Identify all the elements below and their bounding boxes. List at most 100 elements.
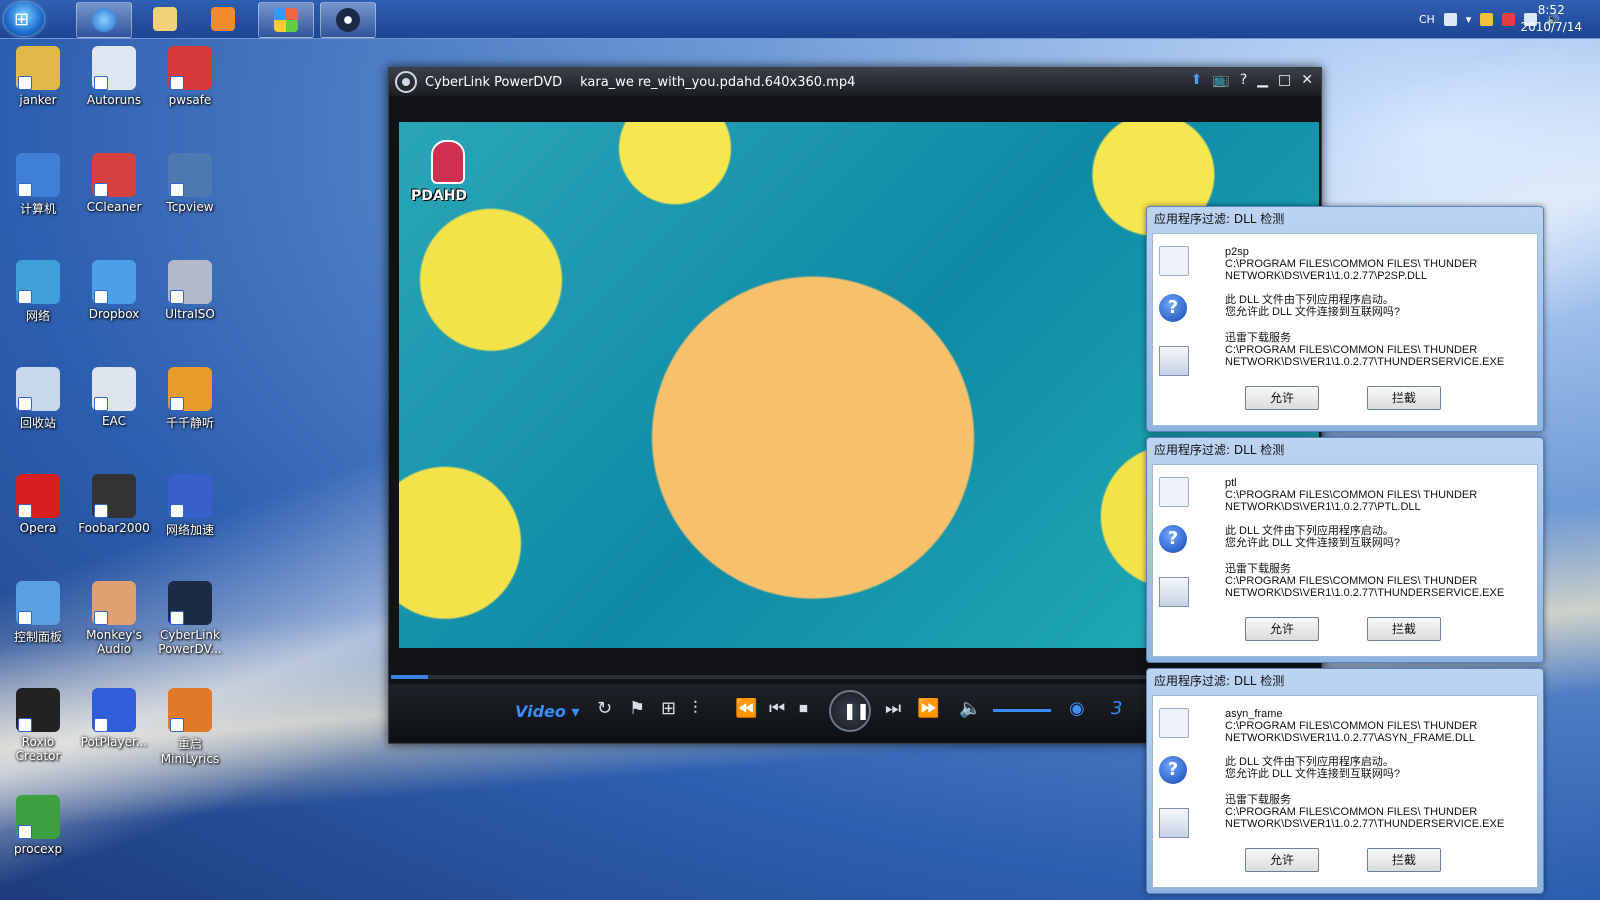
- desktop-icon[interactable]: Monkey's Audio: [78, 581, 150, 656]
- app-path-line: NETWORK\DS\VER1\1.0.2.77\THUNDERSERVICE.…: [1225, 818, 1505, 830]
- desktop-icon-label: Foobar2000: [78, 521, 150, 535]
- desktop-icon[interactable]: UltraISO: [154, 260, 226, 321]
- player-file-name: kara_we re_with_you.pdahd.640x360.mp4: [580, 74, 856, 90]
- repeat-icon[interactable]: ↻: [597, 698, 612, 719]
- tray-expand-icon[interactable]: ▾: [1466, 13, 1472, 26]
- allow-button[interactable]: 允许: [1245, 386, 1319, 410]
- desktop-icon[interactable]: 千千静听: [154, 367, 226, 431]
- taskbar-media-button[interactable]: [196, 2, 250, 36]
- desktop-icon[interactable]: 网络: [2, 260, 74, 324]
- app-path-line: NETWORK\DS\VER1\1.0.2.77\THUNDERSERVICE.…: [1225, 356, 1505, 368]
- app-name: 迅雷下载服务: [1225, 563, 1291, 575]
- desktop-icon-label: 网络加速: [165, 523, 214, 537]
- dll-file-icon: [1159, 477, 1189, 507]
- desktop-icon-label: 千千静听: [165, 416, 214, 430]
- next-icon[interactable]: ⏭: [885, 698, 901, 719]
- question-line: 此 DLL 文件由下列应用程序启动。: [1225, 756, 1394, 768]
- desktop-icon[interactable]: 重启 MiniLyrics: [154, 688, 226, 766]
- taskbar-explorer-button[interactable]: [138, 2, 192, 36]
- folder-icon: [153, 7, 177, 31]
- desktop-icon[interactable]: 网络加速: [154, 474, 226, 538]
- desktop-icon[interactable]: Roxio Creator: [2, 688, 74, 763]
- desktop-icon[interactable]: 控制面板: [2, 581, 74, 645]
- minimize-button[interactable]: ▁: [1257, 72, 1268, 88]
- close-button[interactable]: ✕: [1301, 72, 1313, 88]
- clock-date: 2010/7/14: [1520, 20, 1582, 34]
- desktop-icon[interactable]: janker: [2, 46, 74, 107]
- flag-icon[interactable]: [1502, 12, 1516, 26]
- dll-path-line: NETWORK\DS\VER1\1.0.2.77\ASYN_FRAME.DLL: [1225, 732, 1476, 744]
- windows-live-icon: [274, 8, 298, 32]
- clock[interactable]: 8:52 2010/7/14: [1520, 2, 1582, 36]
- desktop-icon-label: 控制面板: [13, 630, 62, 644]
- update-icon[interactable]: ⬆: [1191, 72, 1203, 88]
- dialog-body: asyn_frame C:\PROGRAM FILES\COMMON FILES\…: [1152, 695, 1538, 888]
- powerdvd-logo-icon: [395, 71, 417, 93]
- keyboard-icon[interactable]: [1443, 12, 1457, 26]
- volume-slider[interactable]: [993, 709, 1051, 712]
- allow-button[interactable]: 允许: [1245, 617, 1319, 641]
- start-button[interactable]: ⊞: [4, 2, 44, 36]
- desktop-icon-label: UltraISO: [165, 307, 215, 321]
- taskbar-powerdvd-button[interactable]: [320, 2, 376, 38]
- stop-icon[interactable]: ⏹: [799, 698, 808, 719]
- app-icon: [168, 46, 212, 90]
- desktop-icon-label: pwsafe: [168, 93, 212, 107]
- player-app-name: CyberLink PowerDVD: [425, 74, 563, 90]
- media-icon: [211, 7, 235, 31]
- desktop-icon[interactable]: PotPlayer...: [78, 688, 150, 749]
- desktop-icon[interactable]: Opera: [2, 474, 74, 535]
- taskbar-ie-button[interactable]: [76, 2, 132, 38]
- desktop-icon[interactable]: procexp: [2, 795, 74, 856]
- app-icon: [92, 367, 136, 411]
- language-indicator[interactable]: CH: [1419, 13, 1435, 26]
- desktop-icon-label: 回收站: [19, 416, 56, 430]
- menu-grid-icon[interactable]: ⊞: [661, 698, 676, 719]
- desktop-icon[interactable]: 回收站: [2, 367, 74, 431]
- block-button[interactable]: 拦截: [1367, 617, 1441, 641]
- ie-icon: [92, 8, 116, 32]
- dialog-body: p2sp C:\PROGRAM FILES\COMMON FILES\ THUND…: [1152, 233, 1538, 426]
- desktop-icon[interactable]: CCleaner: [78, 153, 150, 214]
- pause-button[interactable]: ❚❚: [829, 690, 871, 732]
- question-line: 此 DLL 文件由下列应用程序启动。: [1225, 294, 1394, 306]
- desktop-icon[interactable]: Foobar2000: [78, 474, 150, 535]
- tv-mode-icon[interactable]: 📺: [1212, 72, 1229, 88]
- app-icon: [168, 581, 212, 625]
- previous-icon[interactable]: ⏮: [769, 698, 785, 719]
- desktop-icon[interactable]: EAC: [78, 367, 150, 428]
- app-icon: [16, 260, 60, 304]
- question-icon: ?: [1159, 525, 1187, 553]
- security-icon[interactable]: [1480, 12, 1494, 26]
- dll-path-line: NETWORK\DS\VER1\1.0.2.77\P2SP.DLL: [1225, 270, 1428, 282]
- app-path-line: NETWORK\DS\VER1\1.0.2.77\THUNDERSERVICE.…: [1225, 587, 1505, 599]
- desktop-icon[interactable]: Tcpview: [154, 153, 226, 214]
- help-button[interactable]: ?: [1240, 72, 1247, 88]
- dialog-body: ptl C:\PROGRAM FILES\COMMON FILES\ THUNDE…: [1152, 464, 1538, 657]
- fast-forward-icon[interactable]: ⏩: [917, 698, 939, 719]
- question-icon: ?: [1159, 756, 1187, 784]
- eye-icon[interactable]: ◉: [1069, 698, 1085, 719]
- dll-name: p2sp: [1225, 246, 1249, 258]
- maximize-button[interactable]: □: [1278, 72, 1291, 88]
- windows-logo-icon: ⊞: [14, 9, 30, 30]
- taskbar-windows-live-button[interactable]: [258, 2, 314, 38]
- desktop-icon-label: 重启 MiniLyrics: [160, 737, 220, 766]
- desktop-icon[interactable]: 计算机: [2, 153, 74, 217]
- desktop-icon[interactable]: pwsafe: [154, 46, 226, 107]
- desktop-icon[interactable]: Dropbox: [78, 260, 150, 321]
- settings-sliders-icon[interactable]: ⫶: [693, 698, 698, 719]
- bookmark-icon[interactable]: ⚑: [629, 698, 645, 719]
- app-icon: [168, 688, 212, 732]
- speaker-icon[interactable]: 🔈: [959, 698, 981, 719]
- desktop-icon[interactable]: CyberLink PowerDV...: [154, 581, 226, 656]
- desktop-icon[interactable]: Autoruns: [78, 46, 150, 107]
- block-button[interactable]: 拦截: [1367, 848, 1441, 872]
- allow-button[interactable]: 允许: [1245, 848, 1319, 872]
- video-mode-menu[interactable]: Video ▾: [515, 702, 580, 721]
- block-button[interactable]: 拦截: [1367, 386, 1441, 410]
- player-title-bar[interactable]: CyberLink PowerDVD kara_we re_with_you.p…: [389, 68, 1321, 96]
- question-line: 此 DLL 文件由下列应用程序启动。: [1225, 525, 1394, 537]
- app-icon: [92, 153, 136, 197]
- rewind-icon[interactable]: ⏪: [735, 698, 757, 719]
